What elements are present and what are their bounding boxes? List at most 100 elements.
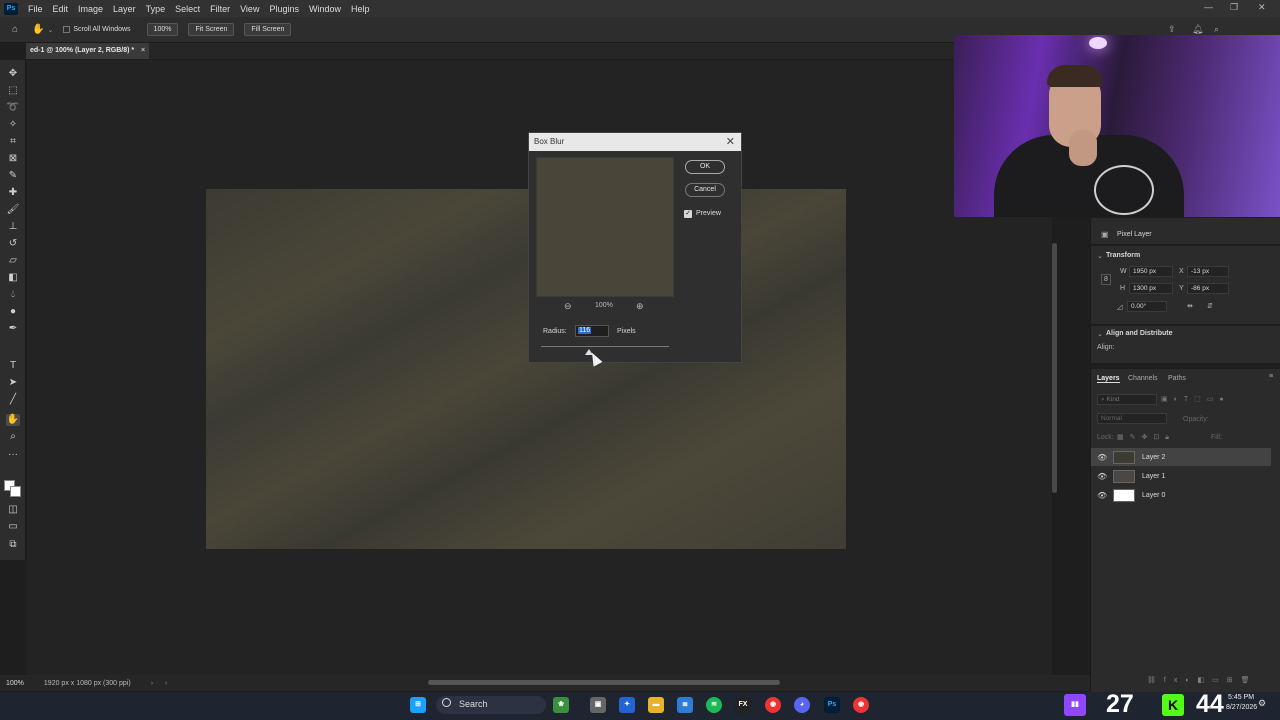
marquee-tool-icon[interactable]: ⬚ [6, 85, 20, 97]
clock-date[interactable]: 8/27/2026 [1226, 704, 1257, 711]
visibility-eye-icon[interactable]: 👁︎ [1097, 472, 1107, 481]
file-explorer-icon[interactable]: ▬ [648, 697, 664, 713]
layer-row-1[interactable]: 👁︎ Layer 1 [1091, 467, 1271, 485]
x-position-field[interactable]: -13 px [1187, 266, 1229, 277]
ok-button[interactable]: OK [685, 160, 725, 174]
dialog-title-bar[interactable]: Box Blur ✕ [529, 133, 741, 151]
taskbar-search[interactable]: Search [436, 696, 546, 714]
hand-tool-active-icon[interactable]: ✋ [6, 414, 20, 426]
fill-screen-button[interactable]: Fill Screen [244, 23, 292, 36]
menu-plugins[interactable]: Plugins [264, 4, 304, 14]
flip-vertical-icon[interactable]: ⇵ [1207, 302, 1213, 310]
more-tools-icon[interactable]: ··· [6, 449, 20, 461]
dodge-tool-icon[interactable]: ● [6, 306, 20, 318]
layer-filter-kind[interactable]: ⌕ Kind [1097, 394, 1157, 405]
layer-name[interactable]: Layer 1 [1142, 473, 1165, 480]
document-image[interactable] [206, 189, 846, 549]
radius-input[interactable]: 116 [575, 325, 609, 337]
zoom-100-button[interactable]: 100% [146, 23, 179, 36]
visibility-eye-icon[interactable]: 👁︎ [1097, 491, 1107, 500]
scroll-left-icon[interactable]: ‹ [165, 680, 167, 687]
lock-icons[interactable]: ▦✎✥⊡🔒︎ [1117, 433, 1175, 442]
object-selection-tool-icon[interactable]: ✧ [6, 119, 20, 131]
menu-file[interactable]: File [23, 4, 48, 14]
layer-actions-icons[interactable]: ⛓fx◐◧▭⊞🗑︎ [1147, 676, 1258, 684]
menu-view[interactable]: View [235, 4, 264, 14]
task-view-icon[interactable]: ▣ [590, 697, 606, 713]
settings-gear-icon[interactable]: ⚙ [1258, 698, 1266, 709]
crop-tool-icon[interactable]: ⌗ [6, 136, 20, 148]
hud-fx-icon[interactable]: FX [735, 697, 751, 713]
status-chevron-icon[interactable]: › [151, 680, 153, 687]
angle-field[interactable]: 0.00° [1127, 301, 1167, 312]
flip-horizontal-icon[interactable]: ⇹ [1187, 302, 1193, 310]
menu-filter[interactable]: Filter [205, 4, 235, 14]
eraser-tool-icon[interactable]: ▱ [6, 255, 20, 267]
layer-filter-icons[interactable]: ▣◐T⬚▭● [1161, 395, 1230, 403]
pen-tool-icon[interactable]: ✒ [6, 323, 20, 335]
notification-bell-icon[interactable]: 🔔︎ [1192, 24, 1203, 35]
brush-tool-icon[interactable]: 🖌︎ [6, 204, 20, 216]
blur-preview-area[interactable] [536, 157, 674, 297]
blend-mode-select[interactable]: Normal [1097, 413, 1167, 424]
widgets-icon[interactable]: ❀ [553, 697, 569, 713]
close-window-icon[interactable]: ✕ [1258, 2, 1266, 13]
tab-paths[interactable]: Paths [1168, 375, 1186, 382]
type-tool-icon[interactable]: T [6, 360, 20, 372]
lasso-tool-icon[interactable]: ➰ [6, 102, 20, 114]
move-tool-icon[interactable]: ✥ [6, 68, 20, 80]
quick-mask-icon[interactable]: ◫ [6, 504, 20, 516]
zoom-in-icon[interactable]: ⊕ [636, 301, 644, 312]
share-icon[interactable]: ⇪ [1168, 24, 1176, 35]
path-selection-tool-icon[interactable]: ➤ [6, 377, 20, 389]
menu-layer[interactable]: Layer [108, 4, 141, 14]
menu-edit[interactable]: Edit [48, 4, 74, 14]
minimize-icon[interactable]: — [1204, 2, 1213, 12]
hand-tool-icon[interactable]: ✋ [32, 24, 44, 35]
zoom-out-icon[interactable]: ⊖ [564, 301, 572, 312]
restore-icon[interactable]: ❐ [1230, 2, 1238, 13]
copilot-icon[interactable]: ✦ [619, 697, 635, 713]
dialog-close-icon[interactable]: ✕ [726, 135, 735, 148]
discord-icon[interactable]: ◕ [794, 697, 810, 713]
transform-heading[interactable]: Transform [1106, 252, 1140, 259]
menu-type[interactable]: Type [141, 4, 171, 14]
tab-channels[interactable]: Channels [1128, 375, 1158, 382]
layer-name[interactable]: Layer 2 [1142, 454, 1165, 461]
menu-image[interactable]: Image [73, 4, 108, 14]
horizontal-scrollbar[interactable] [428, 680, 780, 685]
layer-row-0[interactable]: 👁︎ Layer 2 [1091, 448, 1271, 466]
vertical-scrollbar[interactable] [1052, 243, 1057, 493]
radius-slider-track[interactable] [541, 346, 669, 347]
status-zoom[interactable]: 100% [6, 680, 24, 687]
edit-toolbar-icon[interactable]: ⧉ [6, 539, 20, 551]
healing-brush-tool-icon[interactable]: ✚ [6, 187, 20, 199]
scroll-all-windows-checkbox[interactable] [63, 26, 71, 33]
link-dimensions-icon[interactable]: 8 [1101, 274, 1111, 285]
menu-select[interactable]: Select [170, 4, 205, 14]
photoshop-taskbar-icon[interactable]: Ps [824, 697, 840, 713]
frame-tool-icon[interactable]: ⊠ [6, 153, 20, 165]
home-icon[interactable]: ⌂ [12, 24, 18, 35]
menu-help[interactable]: Help [346, 4, 375, 14]
y-position-field[interactable]: -86 px [1187, 283, 1229, 294]
align-distribute-heading[interactable]: Align and Distribute [1106, 330, 1173, 337]
line-tool-icon[interactable]: ╱ [6, 394, 20, 406]
visibility-eye-icon[interactable]: 👁︎ [1097, 453, 1107, 462]
background-color-swatch[interactable] [10, 486, 21, 497]
windows-start-icon[interactable]: ⊞ [410, 697, 426, 713]
history-brush-tool-icon[interactable]: ↺ [6, 238, 20, 250]
chrome-profile-icon[interactable]: ◉ [853, 697, 869, 713]
blur-tool-icon[interactable]: 💧︎ [6, 289, 20, 301]
menu-window[interactable]: Window [304, 4, 346, 14]
spotify-icon[interactable]: ≋ [706, 697, 722, 713]
tab-layers[interactable]: Layers [1097, 375, 1120, 383]
chrome-icon[interactable]: ◉ [765, 697, 781, 713]
screen-mode-icon[interactable]: ▭ [6, 521, 20, 533]
layer-name[interactable]: Layer 0 [1142, 492, 1165, 499]
height-field[interactable]: 1300 px [1129, 283, 1173, 294]
panel-menu-icon[interactable]: ≡ [1269, 373, 1273, 380]
zoom-tool-icon[interactable]: ⌕ [6, 431, 20, 443]
gradient-tool-icon[interactable]: ◧ [6, 272, 20, 284]
width-field[interactable]: 1950 px [1129, 266, 1173, 277]
